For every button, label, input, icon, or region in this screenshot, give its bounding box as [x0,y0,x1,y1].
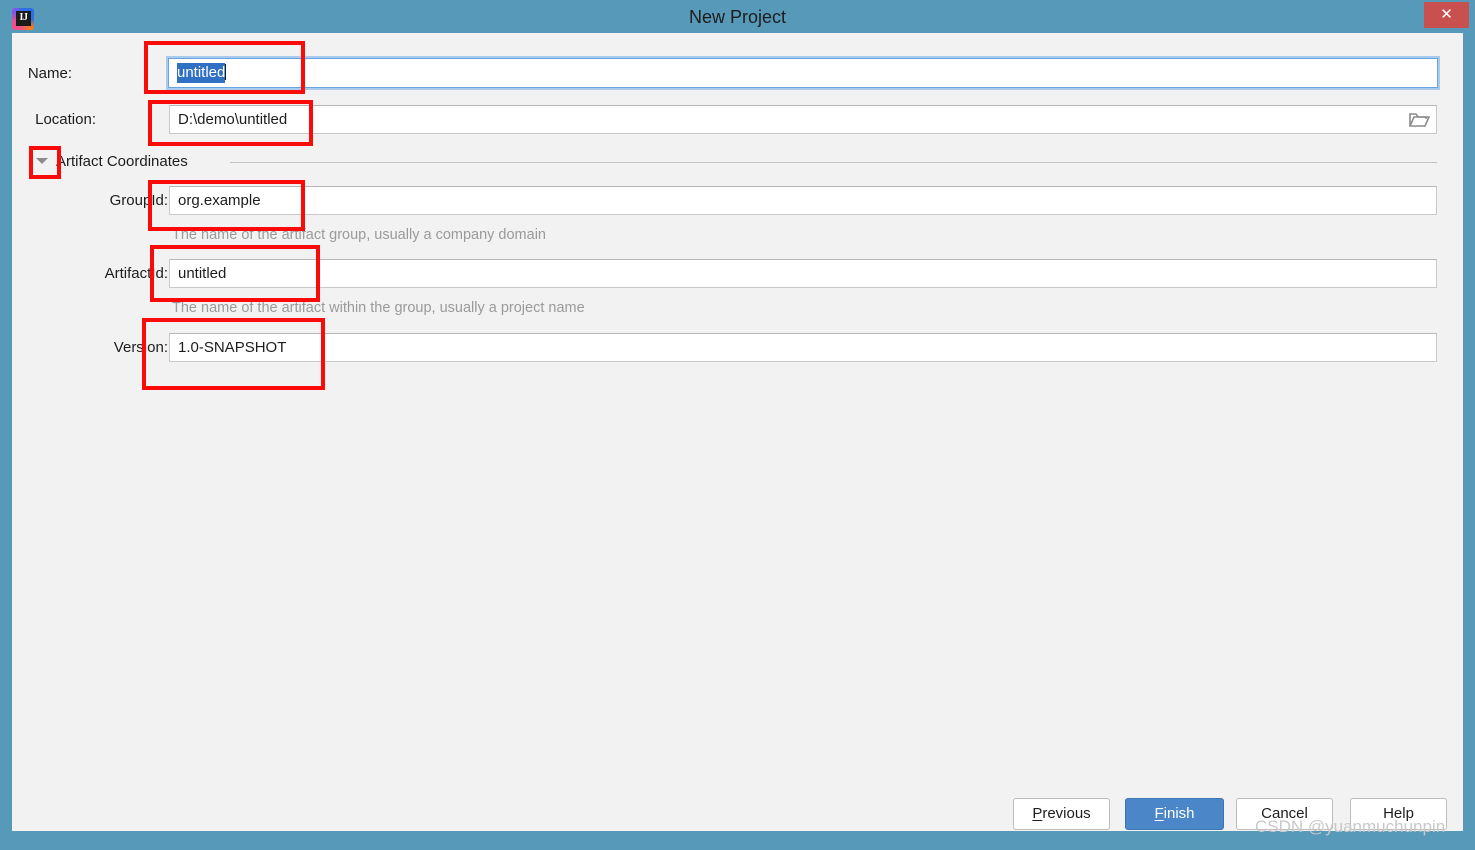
artifactid-hint: The name of the artifact within the grou… [172,300,585,316]
watermark: CSDN @yuanmuchunpin [1255,817,1446,836]
artifact-coordinates-title: Artifact Coordinates [56,153,188,170]
groupid-hint: The name of the artifact group, usually … [172,227,546,243]
artifactid-label: ArtifactId: [104,265,168,282]
previous-button[interactable]: Previous [1013,798,1110,830]
artifact-coordinates-toggle[interactable] [33,152,51,170]
location-label: Location: [35,111,96,128]
finish-button[interactable]: Finish [1125,798,1224,830]
window-title: New Project [688,7,787,27]
new-project-dialog-window: IJ New Project ✕ Name: untitled Location… [0,0,1475,850]
location-input[interactable]: D:\demo\untitled [169,105,1437,134]
chevron-down-icon [36,158,48,164]
groupid-label: GroupId: [109,192,168,209]
dialog-body: Name: untitled Location: D:\demo\untitle… [12,33,1463,836]
section-divider [230,162,1437,163]
name-input-value: untitled [177,63,226,83]
folder-icon[interactable] [1408,111,1430,129]
name-input[interactable]: untitled [168,58,1438,88]
version-label: Version: [113,339,168,356]
name-label: Name: [27,65,72,82]
groupid-input[interactable]: org.example [169,186,1437,215]
artifactid-input[interactable]: untitled [169,259,1437,288]
version-input[interactable]: 1.0-SNAPSHOT [169,333,1437,362]
close-button[interactable]: ✕ [1424,2,1469,28]
